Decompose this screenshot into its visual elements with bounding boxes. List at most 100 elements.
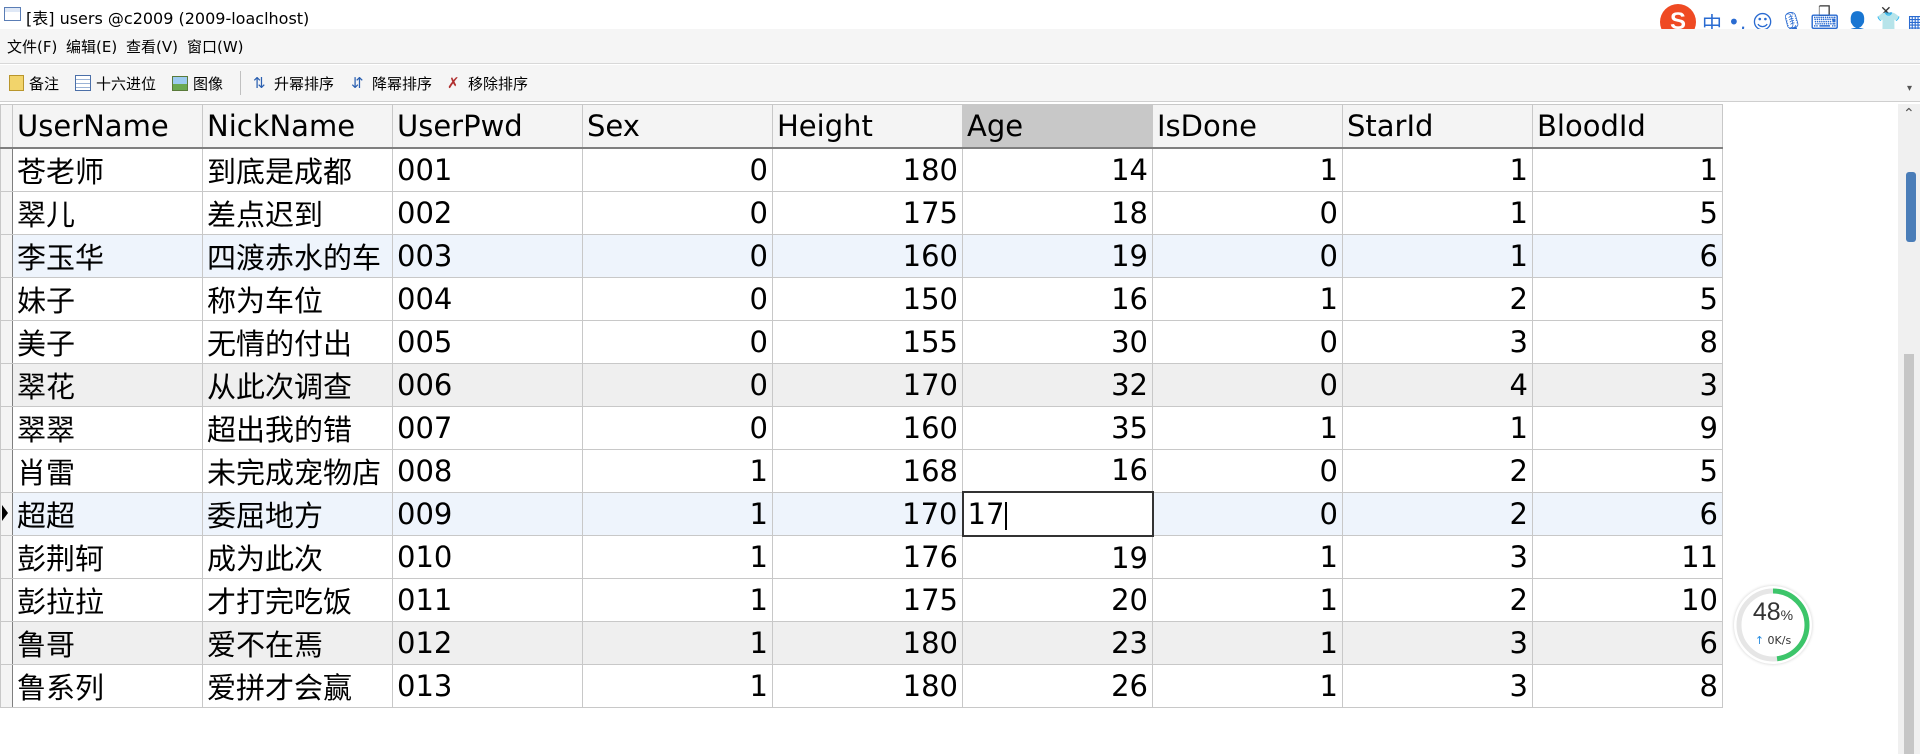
cell-userpwd[interactable]: 007 xyxy=(392,405,583,450)
cell-sex[interactable]: 1 xyxy=(582,621,773,666)
cell-age[interactable]: 23 xyxy=(962,621,1153,666)
cell-height[interactable]: 180 xyxy=(772,664,963,709)
vertical-scrollbar[interactable]: ⌃ xyxy=(1898,104,1920,754)
cell-sex[interactable]: 1 xyxy=(582,664,773,709)
cell-userpwd[interactable]: 001 xyxy=(392,147,583,192)
cell-userpwd[interactable]: 013 xyxy=(392,664,583,709)
row-indicator[interactable] xyxy=(0,491,13,537)
image-button[interactable]: 图像 xyxy=(172,73,223,93)
cell-sex[interactable]: 0 xyxy=(582,319,773,364)
cell-starid[interactable]: 3 xyxy=(1342,621,1533,666)
toolbar-overflow-chevron-icon[interactable]: ▾ xyxy=(1907,83,1912,94)
table-row[interactable]: 鲁系列 爱拼才会赢 013 1 180 26 1 3 8 xyxy=(0,664,1723,709)
row-indicator[interactable] xyxy=(0,405,13,450)
table-row[interactable]: 翠花 从此次调查 006 0 170 32 0 4 3 xyxy=(0,362,1723,407)
row-indicator[interactable] xyxy=(0,190,13,235)
row-indicator[interactable] xyxy=(0,535,13,580)
table-row[interactable]: 美子 无情的付出 005 0 155 30 0 3 8 xyxy=(0,319,1723,364)
cell-username[interactable]: 彭荆轲 xyxy=(12,535,203,580)
cell-starid[interactable]: 1 xyxy=(1342,190,1533,235)
cell-userpwd[interactable]: 004 xyxy=(392,276,583,321)
hex-button[interactable]: 十六进位 xyxy=(75,73,156,93)
cell-bloodid[interactable]: 6 xyxy=(1532,233,1723,278)
cell-isdone[interactable]: 1 xyxy=(1152,535,1343,580)
row-indicator[interactable] xyxy=(0,276,13,321)
cell-nickname[interactable]: 超出我的错 xyxy=(202,405,393,450)
cell-username[interactable]: 翠翠 xyxy=(12,405,203,450)
menu-file[interactable]: 文件(F) xyxy=(7,36,57,57)
table-row[interactable]: 超超 委屈地方 009 1 170 17 0 2 6 xyxy=(0,491,1723,537)
cell-sex[interactable]: 1 xyxy=(582,578,773,623)
cell-height[interactable]: 170 xyxy=(772,491,963,537)
menu-window[interactable]: 窗口(W) xyxy=(187,36,244,57)
cell-starid[interactable]: 1 xyxy=(1342,147,1533,192)
column-header-age[interactable]: Age xyxy=(962,103,1153,149)
cell-age[interactable]: 30 xyxy=(962,319,1153,364)
cell-username[interactable]: 美子 xyxy=(12,319,203,364)
menu-edit[interactable]: 编辑(E) xyxy=(66,36,117,57)
cell-nickname[interactable]: 到底是成都 xyxy=(202,147,393,192)
cell-starid[interactable]: 2 xyxy=(1342,276,1533,321)
cell-height[interactable]: 180 xyxy=(772,147,963,192)
column-header-username[interactable]: UserName xyxy=(12,103,203,149)
scrollbar-thumb[interactable] xyxy=(1904,354,1914,754)
column-header-isdone[interactable]: IsDone xyxy=(1152,103,1343,149)
cell-username[interactable]: 彭拉拉 xyxy=(12,578,203,623)
sort-descending-button[interactable]: ⇵ 降幂排序 xyxy=(351,73,432,93)
remove-sort-button[interactable]: ✗ 移除排序 xyxy=(447,73,528,93)
cell-sex[interactable]: 1 xyxy=(582,448,773,493)
table-row[interactable]: 肖雷 未完成宠物店 008 1 168 16 0 2 5 xyxy=(0,448,1723,493)
cell-age[interactable]: 32 xyxy=(962,362,1153,407)
cell-isdone[interactable]: 1 xyxy=(1152,578,1343,623)
table-row[interactable]: 翠翠 超出我的错 007 0 160 35 1 1 9 xyxy=(0,405,1723,450)
cell-username[interactable]: 翠花 xyxy=(12,362,203,407)
column-header-sex[interactable]: Sex xyxy=(582,103,773,149)
cell-nickname[interactable]: 成为此次 xyxy=(202,535,393,580)
cell-userpwd[interactable]: 002 xyxy=(392,190,583,235)
cell-bloodid[interactable]: 8 xyxy=(1532,664,1723,709)
cell-bloodid[interactable]: 9 xyxy=(1532,405,1723,450)
cell-bloodid[interactable]: 6 xyxy=(1532,491,1723,537)
scroll-up-icon[interactable]: ⌃ xyxy=(1903,106,1915,122)
column-header-userpwd[interactable]: UserPwd xyxy=(392,103,583,149)
cell-starid[interactable]: 1 xyxy=(1342,405,1533,450)
cell-bloodid[interactable]: 5 xyxy=(1532,276,1723,321)
table-row[interactable]: 鲁哥 爱不在焉 012 1 180 23 1 3 6 xyxy=(0,621,1723,666)
cell-sex[interactable]: 0 xyxy=(582,405,773,450)
cell-nickname[interactable]: 才打完吃饭 xyxy=(202,578,393,623)
column-header-starid[interactable]: StarId xyxy=(1342,103,1533,149)
cell-height[interactable]: 160 xyxy=(772,405,963,450)
cell-bloodid[interactable]: 3 xyxy=(1532,362,1723,407)
cell-age[interactable]: 19 xyxy=(962,233,1153,278)
row-indicator[interactable] xyxy=(0,448,13,493)
cell-isdone[interactable]: 1 xyxy=(1152,276,1343,321)
cell-userpwd[interactable]: 005 xyxy=(392,319,583,364)
cell-isdone[interactable]: 1 xyxy=(1152,664,1343,709)
cell-username[interactable]: 翠儿 xyxy=(12,190,203,235)
cell-age[interactable]: 18 xyxy=(962,190,1153,235)
table-row[interactable]: 翠儿 差点迟到 002 0 175 18 0 1 5 xyxy=(0,190,1723,235)
cell-height[interactable]: 150 xyxy=(772,276,963,321)
cell-sex[interactable]: 0 xyxy=(582,233,773,278)
cell-userpwd[interactable]: 010 xyxy=(392,535,583,580)
cell-isdone[interactable]: 0 xyxy=(1152,448,1343,493)
cell-nickname[interactable]: 无情的付出 xyxy=(202,319,393,364)
cell-age[interactable]: 19 xyxy=(962,535,1153,580)
cell-nickname[interactable]: 称为车位 xyxy=(202,276,393,321)
cell-bloodid[interactable]: 5 xyxy=(1532,190,1723,235)
cell-starid[interactable]: 1 xyxy=(1342,233,1533,278)
column-header-height[interactable]: Height xyxy=(772,103,963,149)
cell-height[interactable]: 176 xyxy=(772,535,963,580)
cell-height[interactable]: 175 xyxy=(772,190,963,235)
cell-nickname[interactable]: 未完成宠物店 xyxy=(202,448,393,493)
cell-height[interactable]: 168 xyxy=(772,448,963,493)
cell-nickname[interactable]: 爱拼才会赢 xyxy=(202,664,393,709)
cell-age[interactable]: 16 xyxy=(962,276,1153,321)
table-row[interactable]: 妹子 称为车位 004 0 150 16 1 2 5 xyxy=(0,276,1723,321)
cell-username[interactable]: 李玉华 xyxy=(12,233,203,278)
cell-age[interactable]: 16 xyxy=(962,448,1153,493)
cell-bloodid[interactable]: 11 xyxy=(1532,535,1723,580)
cell-isdone[interactable]: 1 xyxy=(1152,147,1343,192)
cell-height[interactable]: 170 xyxy=(772,362,963,407)
cell-bloodid[interactable]: 10 xyxy=(1532,578,1723,623)
